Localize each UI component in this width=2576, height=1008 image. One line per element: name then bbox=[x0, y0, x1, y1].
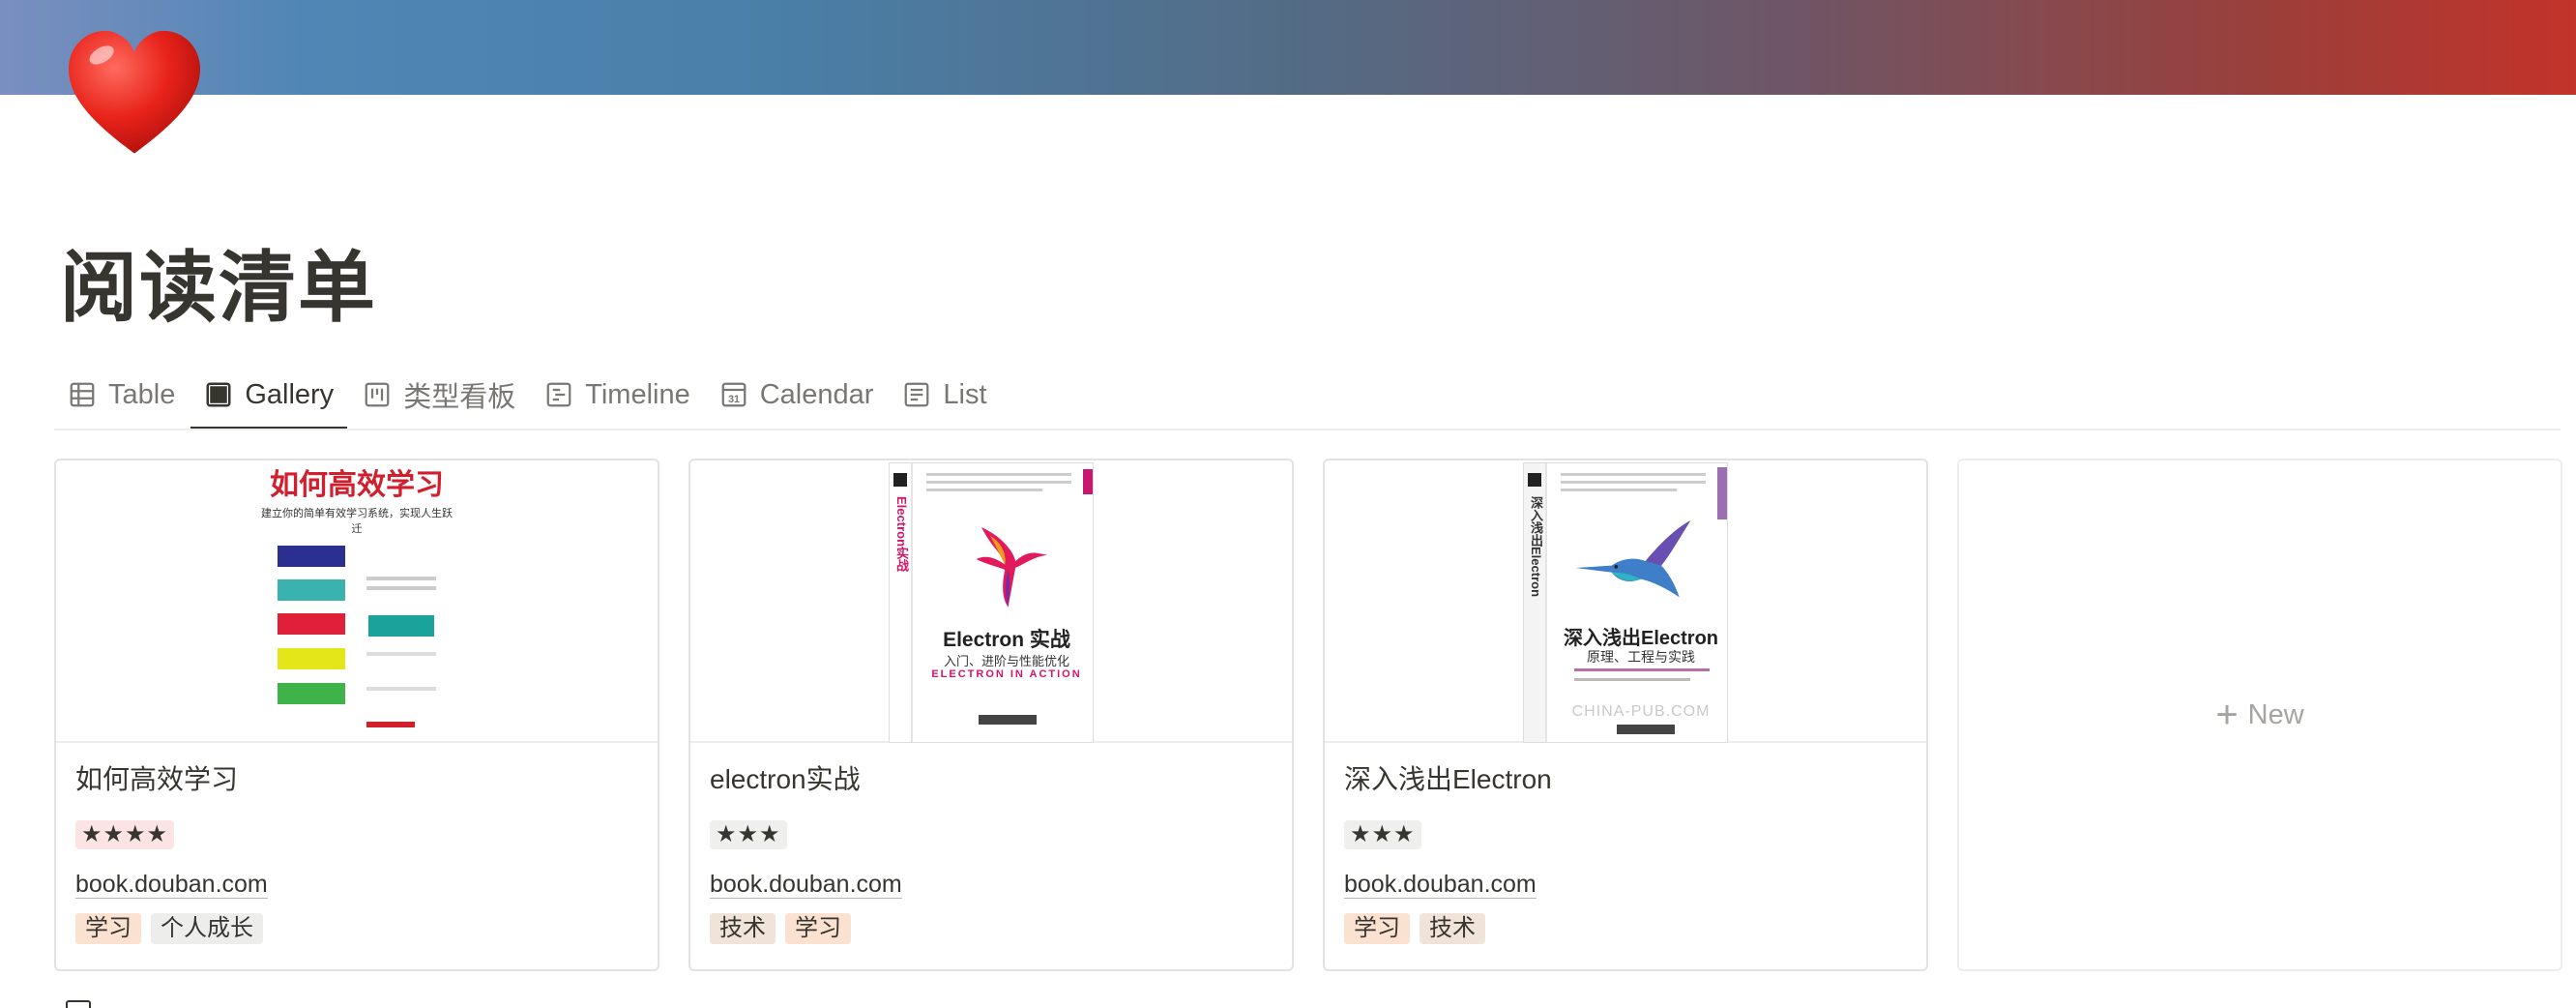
bottom-block-icon bbox=[66, 1000, 91, 1008]
tab-calendar[interactable]: 31 Calendar bbox=[706, 360, 888, 430]
list-icon bbox=[905, 382, 929, 407]
book-cover-image: 如何高效学习 建立你的简单有效学习系统，实现人生跃迁 bbox=[260, 468, 454, 739]
tab-timeline[interactable]: Timeline bbox=[531, 360, 704, 430]
card-cover: 深入浅出Electron 深入浅出Electron 原理、工程与实践 CHINA… bbox=[1325, 460, 1926, 743]
tag-badge: 个人成长 bbox=[151, 913, 263, 944]
tag-badge: 技术 bbox=[710, 913, 776, 944]
tabs-divider bbox=[54, 429, 2561, 430]
tab-table[interactable]: Table bbox=[54, 360, 189, 430]
new-card-button[interactable]: + New bbox=[1957, 459, 2562, 971]
plus-icon: + bbox=[2215, 694, 2239, 736]
card-url-link[interactable]: book.douban.com bbox=[75, 871, 268, 899]
view-tabs: Table Gallery 类型看板 Timeline 31 Calendar … bbox=[54, 360, 1003, 430]
card-title: 如何高效学习 bbox=[75, 764, 239, 794]
svg-text:31: 31 bbox=[728, 394, 740, 405]
card-cover: 如何高效学习 建立你的简单有效学习系统，实现人生跃迁 bbox=[56, 460, 658, 743]
table-icon bbox=[70, 382, 95, 407]
book-spine-title: Electron实战 bbox=[894, 496, 909, 573]
tab-label: Gallery bbox=[245, 378, 335, 410]
book-cover-image: Electron实战 Electron 实战 入门、进阶与性能优化 ELECTR… bbox=[889, 462, 1094, 743]
page-cover[interactable] bbox=[0, 0, 2576, 95]
book-cover-image: 深入浅出Electron 深入浅出Electron 原理、工程与实践 CHINA… bbox=[1523, 462, 1728, 743]
gallery-card[interactable]: 如何高效学习 建立你的简单有效学习系统，实现人生跃迁 如何高效学习 ★★★★ b… bbox=[54, 459, 659, 971]
tag-badge: 技术 bbox=[1420, 913, 1485, 944]
book-spine-title: 深入浅出Electron bbox=[1529, 496, 1543, 598]
rating-badge: ★★★ bbox=[710, 820, 787, 849]
tab-label: 类型看板 bbox=[403, 382, 516, 413]
tag-badge: 学习 bbox=[785, 913, 851, 944]
gallery-card[interactable]: 深入浅出Electron 深入浅出Electron 原理、工程与实践 CHINA… bbox=[1323, 459, 1928, 971]
tab-label: Calendar bbox=[759, 378, 874, 410]
rating-badge: ★★★★ bbox=[75, 820, 175, 849]
book-cover-english: ELECTRON IN ACTION bbox=[931, 668, 1082, 680]
page-title[interactable]: 阅读清单 bbox=[60, 238, 377, 339]
tag-badge: 学习 bbox=[1344, 913, 1410, 944]
book-cover-subtitle: 入门、进阶与性能优化 bbox=[943, 654, 1069, 668]
board-icon bbox=[365, 382, 390, 407]
tab-board[interactable]: 类型看板 bbox=[349, 360, 529, 430]
tab-label: Timeline bbox=[585, 378, 690, 410]
tab-label: Table bbox=[108, 378, 176, 410]
card-cover: Electron实战 Electron 实战 入门、进阶与性能优化 ELECTR… bbox=[690, 460, 1292, 743]
book-cover-subtitle: 原理、工程与实践 bbox=[1587, 649, 1695, 665]
card-title: electron实战 bbox=[710, 764, 861, 794]
tab-gallery[interactable]: Gallery bbox=[190, 360, 348, 430]
book-cover-title: 深入浅出Electron bbox=[1563, 628, 1719, 649]
watermark-text: CHINA-PUB.COM bbox=[1571, 703, 1711, 720]
rating-badge: ★★★ bbox=[1344, 820, 1421, 849]
card-title: 深入浅出Electron bbox=[1344, 764, 1552, 794]
tab-list[interactable]: List bbox=[889, 360, 1000, 430]
gallery-card[interactable]: Electron实战 Electron 实战 入门、进阶与性能优化 ELECTR… bbox=[688, 459, 1294, 971]
hummingbird-icon bbox=[976, 527, 1048, 608]
book-cover-title: Electron 实战 bbox=[943, 629, 1070, 651]
red-heart-icon[interactable] bbox=[60, 19, 209, 168]
book-cover-subtitle: 建立你的简单有效学习系统，实现人生跃迁 bbox=[261, 508, 453, 535]
calendar-icon: 31 bbox=[721, 382, 746, 407]
card-url-link[interactable]: book.douban.com bbox=[1344, 871, 1537, 899]
tab-label: List bbox=[943, 378, 987, 410]
timeline-icon bbox=[546, 382, 571, 407]
new-card-label: New bbox=[2247, 698, 2304, 730]
tag-badge: 学习 bbox=[75, 913, 141, 944]
hummingbird-icon bbox=[1575, 520, 1691, 598]
gallery-icon bbox=[206, 382, 231, 407]
card-url-link[interactable]: book.douban.com bbox=[710, 871, 902, 899]
book-cover-title: 如何高效学习 bbox=[270, 469, 444, 501]
